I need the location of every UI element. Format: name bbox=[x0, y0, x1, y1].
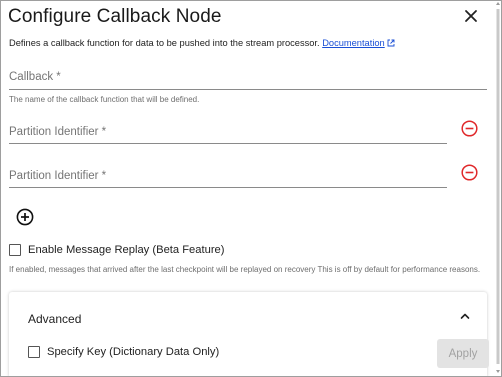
specify-key-checkbox[interactable]: Specify Key (Dictionary Data Only) bbox=[28, 346, 219, 358]
documentation-link[interactable]: Documentation bbox=[322, 38, 385, 48]
partition-underline-2 bbox=[9, 187, 447, 188]
scrollbar[interactable] bbox=[495, 1, 501, 376]
dialog-title: Configure Callback Node bbox=[8, 6, 222, 27]
description-text: Defines a callback function for data to … bbox=[9, 38, 320, 48]
enable-replay-box[interactable] bbox=[9, 244, 21, 256]
external-link-icon bbox=[387, 39, 395, 47]
partition-identifier-field-2[interactable]: Partition Identifier * bbox=[9, 167, 447, 191]
partition-identifier-field-1[interactable]: Partition Identifier * bbox=[9, 123, 447, 147]
advanced-title[interactable]: Advanced bbox=[28, 312, 81, 326]
partition-identifier-label-2: Partition Identifier * bbox=[9, 170, 107, 182]
enable-replay-label: Enable Message Replay (Beta Feature) bbox=[28, 244, 225, 256]
callback-node-dialog: Configure Callback Node Defines a callba… bbox=[0, 0, 502, 377]
enable-replay-checkbox[interactable]: Enable Message Replay (Beta Feature) bbox=[9, 244, 225, 256]
apply-button[interactable]: Apply bbox=[437, 339, 489, 368]
callback-underline bbox=[9, 89, 487, 90]
partition-identifier-label-1: Partition Identifier * bbox=[9, 126, 107, 138]
replay-helper-text: If enabled, messages that arrived after … bbox=[9, 265, 481, 274]
advanced-panel: Advanced Specify Key (Dictionary Data On… bbox=[9, 292, 489, 376]
callback-label: Callback * bbox=[9, 71, 61, 83]
add-partition-icon[interactable] bbox=[16, 208, 34, 226]
close-icon[interactable] bbox=[462, 7, 480, 25]
dialog-description: Defines a callback function for data to … bbox=[9, 38, 395, 48]
callback-field[interactable]: Callback * bbox=[9, 68, 487, 92]
chevron-up-icon[interactable] bbox=[458, 309, 472, 323]
specify-key-box[interactable] bbox=[28, 346, 40, 358]
partition-underline-1 bbox=[9, 143, 447, 144]
callback-helper-text: The name of the callback function that w… bbox=[9, 95, 200, 104]
remove-partition-1-icon[interactable] bbox=[461, 120, 478, 137]
specify-key-label: Specify Key (Dictionary Data Only) bbox=[47, 346, 220, 358]
remove-partition-2-icon[interactable] bbox=[461, 164, 478, 181]
